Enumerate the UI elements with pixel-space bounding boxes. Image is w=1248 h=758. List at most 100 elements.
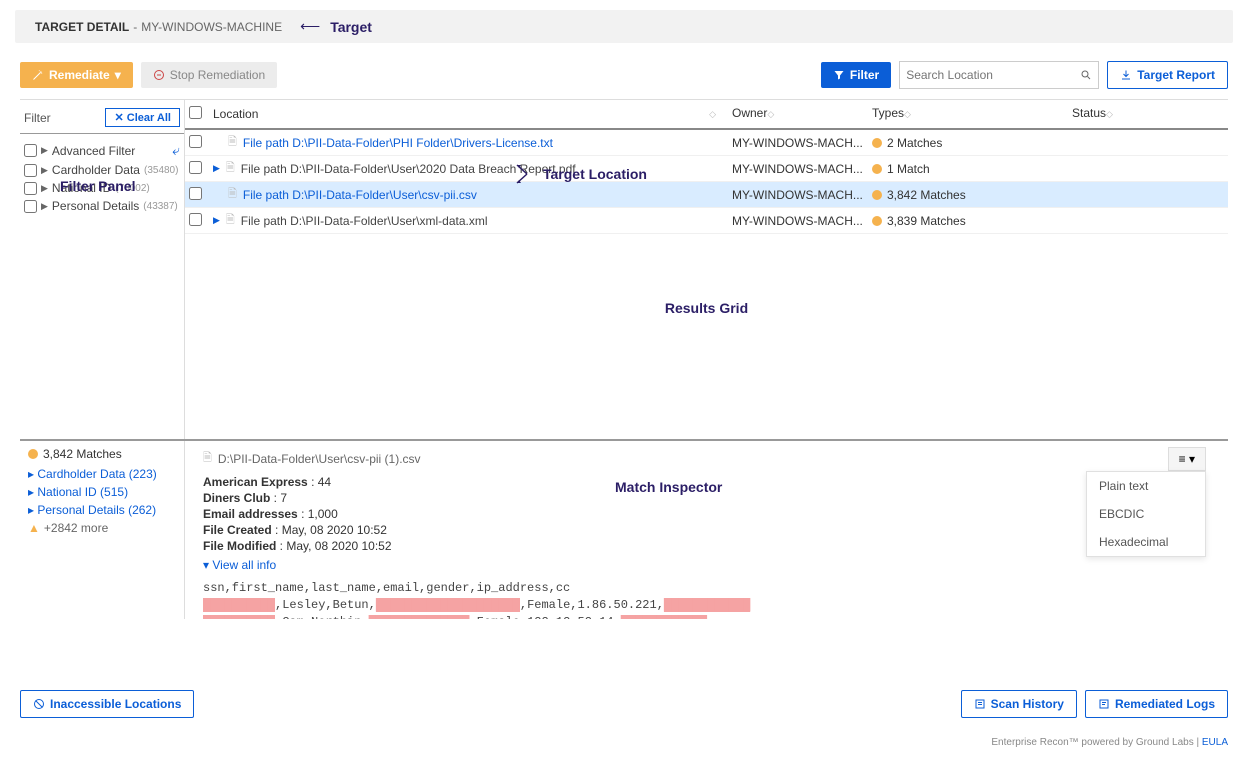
chevron-right-icon: ▶ <box>213 163 220 174</box>
filter-label: Cardholder Data <box>52 163 140 177</box>
location-text: File path D:\PII-Data-Folder\User\csv-pi… <box>243 188 477 202</box>
arrow-left-icon: ⟵ <box>300 18 320 35</box>
inspector-group-national-id[interactable]: ▸ National ID (515) <box>28 483 176 501</box>
location-text: File path D:\PII-Data-Folder\PHI Folder\… <box>243 136 553 150</box>
warning-icon: ▲ <box>28 521 40 535</box>
filter-count: (35480) <box>144 165 178 176</box>
cell-status <box>1068 189 1228 201</box>
info-icon: ⤶ <box>172 142 180 159</box>
row-checkbox[interactable] <box>189 187 202 200</box>
format-option-hex[interactable]: Hexadecimal <box>1087 528 1205 556</box>
match-dot-icon <box>872 216 882 226</box>
filter-item-advanced[interactable]: ▶ Advanced Filter ⤶ <box>24 140 180 161</box>
table-row[interactable]: ▶🗎File path D:\PII-Data-Folder\User\xml-… <box>185 208 1228 234</box>
col-status-header[interactable]: Status◇ <box>1068 100 1228 128</box>
cell-status <box>1068 215 1228 227</box>
filter-head-title: Filter <box>24 111 51 125</box>
inspector-group-personal[interactable]: ▸ Personal Details (262) <box>28 501 176 519</box>
filter-checkbox[interactable] <box>24 200 37 213</box>
col-location-header[interactable]: Location◇ <box>209 100 728 128</box>
inspector-match-count: 3,842 Matches <box>28 447 176 465</box>
toolbar: Remediate ▾ Stop Remediation Filter Targ… <box>0 51 1248 99</box>
raw-preview: ssn,first_name,last_name,email,gender,ip… <box>203 580 1210 619</box>
remediated-logs-label: Remediated Logs <box>1115 697 1215 711</box>
inspector-right-panel: 🗎 D:\PII-Data-Folder\User\csv-pii (1).cs… <box>185 441 1228 619</box>
inaccessible-locations-button[interactable]: Inaccessible Locations <box>20 690 194 718</box>
stop-label: Stop Remediation <box>170 68 265 82</box>
location-text: File path D:\PII-Data-Folder\User\xml-da… <box>241 214 488 228</box>
cell-owner: MY-WINDOWS-MACH... <box>728 182 868 208</box>
match-dot-icon <box>872 190 882 200</box>
filter-item-personal[interactable]: ▶ Personal Details (43387) <box>24 197 180 215</box>
results-grid: Location◇ Owner◇ Types◇ Status◇ 🗎 File pa… <box>185 100 1228 439</box>
filter-label: Filter <box>850 68 879 82</box>
footer-buttons: Inaccessible Locations Scan History Reme… <box>20 690 1228 718</box>
filter-panel: Filter ✕ Clear All ▶ Advanced Filter ⤶ ▶… <box>20 100 185 439</box>
funnel-icon <box>833 69 845 81</box>
meta-line: File Modified : May, 08 2020 10:52 <box>203 538 1210 554</box>
target-report-button[interactable]: Target Report <box>1107 61 1228 89</box>
file-icon: 🗎 <box>228 185 237 204</box>
col-check-header[interactable] <box>185 100 209 128</box>
inspector-filepath: 🗎 D:\PII-Data-Folder\User\csv-pii (1).cs… <box>203 449 1210 468</box>
filter-checkbox[interactable] <box>24 182 37 195</box>
download-icon <box>1120 69 1132 81</box>
inspector-more[interactable]: ▲+2842 more <box>28 519 176 537</box>
filter-checkbox[interactable] <box>24 164 37 177</box>
target-report-label: Target Report <box>1137 68 1215 82</box>
grid-body: 🗎 File path D:\PII-Data-Folder\PHI Folder… <box>185 130 1228 234</box>
inaccessible-label: Inaccessible Locations <box>50 697 181 711</box>
wand-icon <box>32 69 44 81</box>
filter-button[interactable]: Filter <box>821 62 891 88</box>
block-icon <box>33 698 45 710</box>
match-inspector: 3,842 Matches ▸ Cardholder Data (223) ▸ … <box>20 439 1228 619</box>
inspector-group-cardholder[interactable]: ▸ Cardholder Data (223) <box>28 465 176 483</box>
format-menu-button[interactable]: ≡ ▾ <box>1168 447 1206 471</box>
cell-location[interactable]: ▶🗎File path D:\PII-Data-Folder\User\xml-… <box>209 205 728 236</box>
file-icon: 🗎 <box>228 133 237 152</box>
remediated-logs-button[interactable]: Remediated Logs <box>1085 690 1228 718</box>
cell-owner: MY-WINDOWS-MACH... <box>728 208 868 234</box>
filter-label: Advanced Filter <box>52 144 135 158</box>
annotation-match-inspector: Match Inspector <box>615 479 722 495</box>
filter-count: (43387) <box>143 201 177 212</box>
match-dot-icon <box>28 449 38 459</box>
cell-status <box>1068 163 1228 175</box>
chevron-right-icon: ▶ <box>41 201 48 212</box>
arrow-split-icon <box>515 159 539 189</box>
clear-all-button[interactable]: ✕ Clear All <box>105 108 180 127</box>
grid-header: Location◇ Owner◇ Types◇ Status◇ <box>185 100 1228 130</box>
search-icon <box>1080 69 1092 81</box>
match-dot-icon <box>872 164 882 174</box>
sort-icon: ◇ <box>767 109 782 119</box>
cell-types: 3,839 Matches <box>868 208 1068 234</box>
scan-history-button[interactable]: Scan History <box>961 690 1077 718</box>
eula-link[interactable]: EULA <box>1202 737 1228 748</box>
page-title-target: MY-WINDOWS-MACHINE <box>141 20 282 34</box>
cell-owner: MY-WINDOWS-MACH... <box>728 130 868 156</box>
remediate-button[interactable]: Remediate ▾ <box>20 62 133 88</box>
format-dropdown: Plain text EBCDIC Hexadecimal <box>1086 471 1206 557</box>
format-option-plain[interactable]: Plain text <box>1087 472 1205 500</box>
filter-item-cardholder[interactable]: ▶ Cardholder Data (35480) <box>24 161 180 179</box>
row-checkbox[interactable] <box>189 135 202 148</box>
meta-line: File Created : May, 08 2020 10:52 <box>203 522 1210 538</box>
remediate-label: Remediate <box>49 68 110 82</box>
format-option-ebcdic[interactable]: EBCDIC <box>1087 500 1205 528</box>
annotation-filter-panel: Filter Panel <box>60 178 135 194</box>
row-checkbox[interactable] <box>189 213 202 226</box>
view-all-info-link[interactable]: ▾ View all info <box>203 558 276 572</box>
col-types-header[interactable]: Types◇ <box>868 100 1068 128</box>
cell-owner: MY-WINDOWS-MACH... <box>728 156 868 182</box>
col-owner-header[interactable]: Owner◇ <box>728 100 868 128</box>
annotation-results-grid: Results Grid <box>665 300 748 316</box>
row-checkbox[interactable] <box>189 161 202 174</box>
scan-history-label: Scan History <box>991 697 1064 711</box>
search-input[interactable] <box>906 68 1080 82</box>
select-all-checkbox[interactable] <box>189 106 202 119</box>
page-title-prefix: TARGET DETAIL <box>35 20 129 34</box>
chevron-right-icon: ▶ <box>41 145 48 156</box>
filter-checkbox[interactable] <box>24 144 37 157</box>
search-box[interactable] <box>899 61 1099 89</box>
stop-remediation-button[interactable]: Stop Remediation <box>141 62 277 88</box>
